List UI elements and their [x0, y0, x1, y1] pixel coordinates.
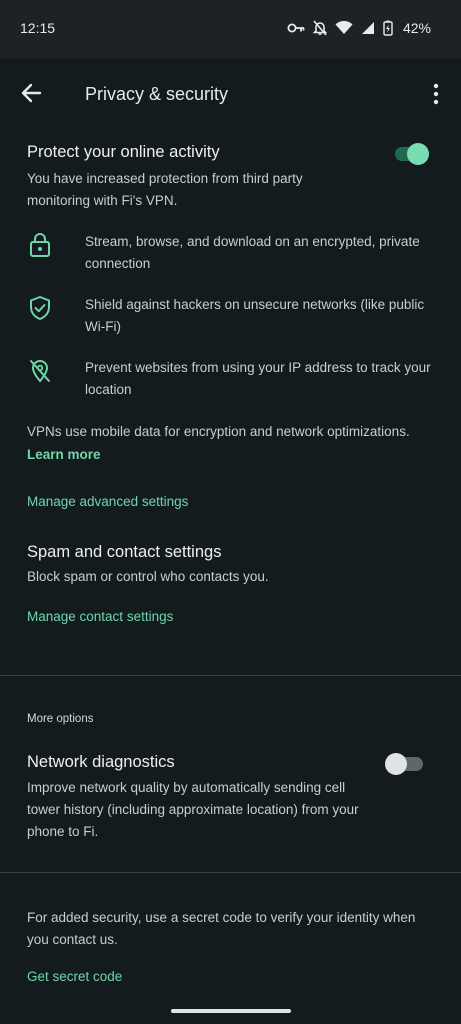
- battery-charging-icon: [383, 20, 393, 36]
- page-title: Privacy & security: [85, 84, 229, 104]
- learn-more-link[interactable]: Learn more: [27, 447, 101, 462]
- network-toggle-thumb: [385, 753, 407, 775]
- more-vert-icon[interactable]: [430, 82, 442, 106]
- network-diagnostics-title: Network diagnostics: [27, 753, 175, 771]
- status-time: 12:15: [20, 20, 56, 36]
- back-arrow-icon[interactable]: [19, 82, 45, 104]
- shield-check-icon: [28, 295, 52, 321]
- spam-description: Block spam or control who contacts you.: [27, 569, 269, 584]
- lock-icon: [28, 232, 52, 258]
- spam-title: Spam and contact settings: [27, 543, 222, 561]
- vpn-title: Protect your online activity: [27, 143, 220, 161]
- feature-text-location: Prevent websites from using your IP addr…: [85, 360, 431, 397]
- manage-contact-settings-link[interactable]: Manage contact settings: [27, 609, 173, 624]
- notifications-off-icon: [312, 20, 327, 36]
- secret-code-description: For added security, use a secret code to…: [27, 910, 416, 947]
- feature-text-shield: Shield against hackers on unsecure netwo…: [85, 297, 425, 334]
- feature-text-encrypted: Stream, browse, and download on an encry…: [85, 234, 420, 271]
- manage-advanced-settings-link[interactable]: Manage advanced settings: [27, 494, 188, 509]
- more-options-label: More options: [27, 713, 94, 725]
- section-divider: [0, 872, 461, 873]
- vpn-toggle[interactable]: [393, 142, 431, 165]
- status-bar: 12:15 42%: [0, 0, 461, 58]
- section-divider: [0, 675, 461, 676]
- network-diagnostics-description: Improve network quality by automatically…: [27, 780, 359, 839]
- vpn-key-icon: [287, 22, 305, 34]
- battery-percentage: 42%: [402, 20, 431, 36]
- wifi-icon: [335, 21, 353, 35]
- vpn-data-note: VPNs use mobile data for encryption and …: [27, 424, 410, 439]
- get-secret-code-link[interactable]: Get secret code: [27, 969, 122, 984]
- home-indicator[interactable]: [171, 1009, 291, 1013]
- network-diagnostics-toggle[interactable]: [385, 752, 423, 776]
- location-off-icon: [28, 358, 52, 384]
- status-icons: 42%: [287, 18, 431, 38]
- vpn-description: You have increased protection from third…: [27, 171, 303, 208]
- cell-signal-icon: [361, 21, 375, 35]
- app-bar: Privacy & security: [0, 58, 461, 128]
- vpn-toggle-thumb: [407, 143, 429, 165]
